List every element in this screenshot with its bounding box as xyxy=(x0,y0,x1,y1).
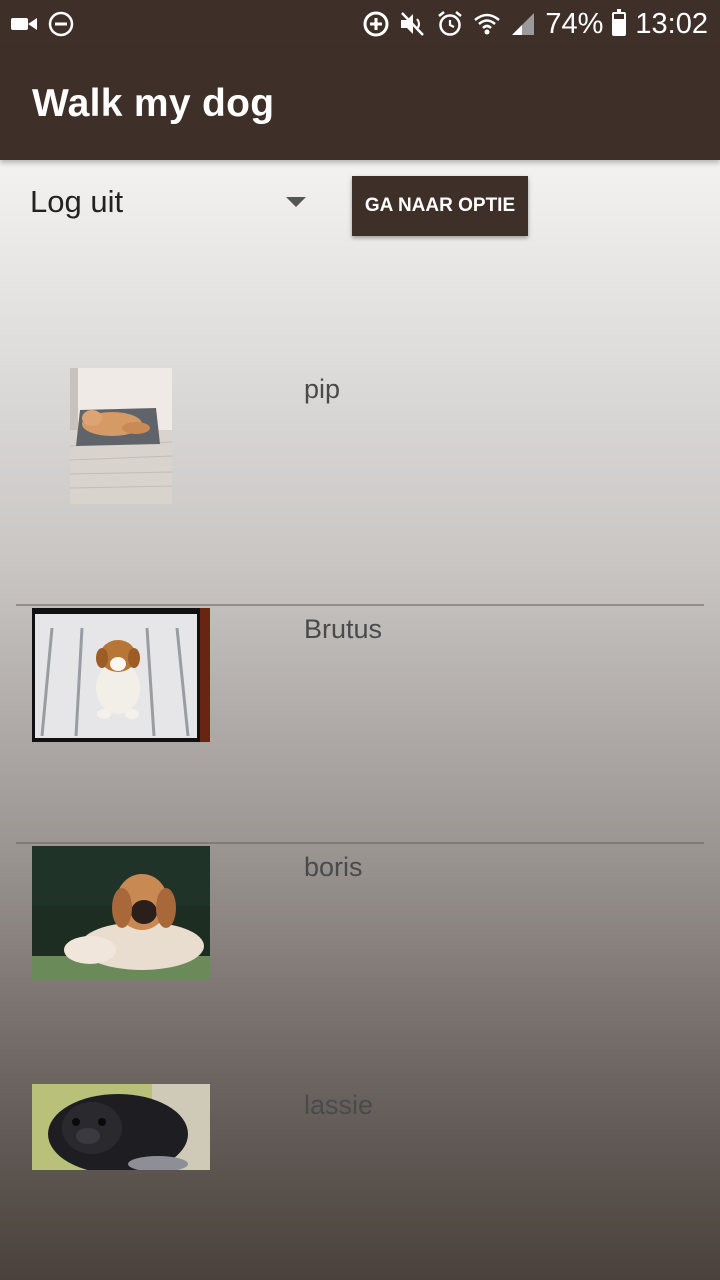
battery-percent: 74% xyxy=(545,7,604,40)
list-item-dog[interactable]: Brutus xyxy=(16,604,704,842)
go-to-option-button[interactable]: GA NAAR OPTIE xyxy=(352,176,528,236)
mute-icon xyxy=(399,11,427,37)
alarm-icon xyxy=(436,10,464,38)
list-item-dog[interactable]: pip xyxy=(16,368,704,606)
signal-icon xyxy=(510,11,536,37)
dog-photo xyxy=(32,1084,210,1170)
video-camera-icon xyxy=(10,14,38,34)
dog-name: boris xyxy=(304,852,363,882)
list-item-dog[interactable]: boris xyxy=(16,842,704,1080)
app-bar: Walk my dog xyxy=(0,48,720,160)
data-saver-icon xyxy=(362,10,390,38)
dog-photo xyxy=(32,846,210,980)
dog-photo xyxy=(32,608,210,742)
status-bar-left xyxy=(10,11,74,37)
spinner-selected-value: Log uit xyxy=(30,184,124,219)
account-spinner[interactable]: Log uit xyxy=(30,176,320,228)
do-not-disturb-icon xyxy=(48,11,74,37)
dropdown-arrow-icon xyxy=(286,197,306,207)
status-bar-right: 74% 13:02 xyxy=(362,8,708,41)
status-bar: 74% 13:02 xyxy=(0,0,720,48)
app-title: Walk my dog xyxy=(32,82,275,125)
list-item-dog[interactable]: lassie xyxy=(16,1080,704,1280)
clock: 13:02 xyxy=(635,7,708,40)
dog-name: pip xyxy=(304,374,341,404)
battery-icon xyxy=(612,9,627,36)
dog-name: lassie xyxy=(304,1090,374,1120)
dog-name: Brutus xyxy=(304,614,383,644)
wifi-icon xyxy=(473,12,501,36)
dog-photo xyxy=(70,368,172,504)
